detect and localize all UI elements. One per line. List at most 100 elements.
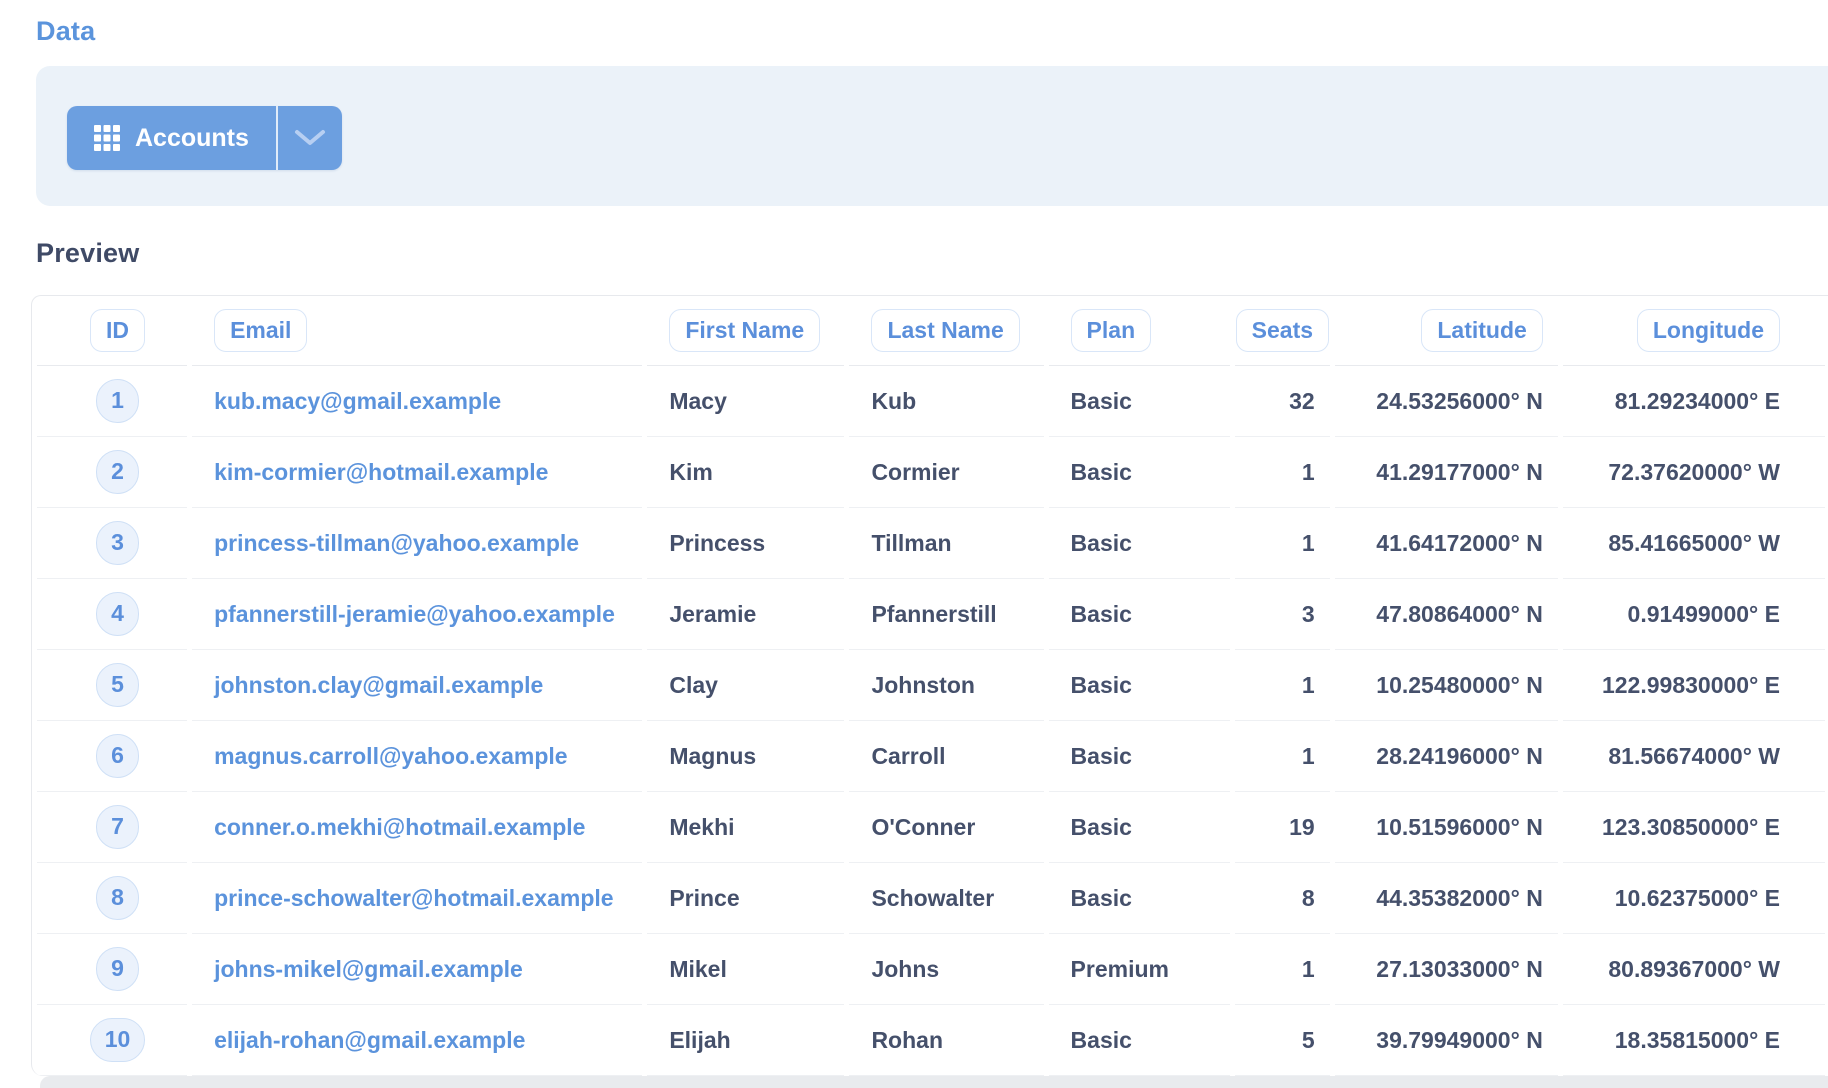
row-id-badge: 4 — [96, 592, 139, 636]
cell-longitude: 122.99830000° E — [1563, 650, 1825, 721]
cell-seats: 1 — [1235, 437, 1330, 508]
cell-id: 10 — [37, 1005, 187, 1076]
cell-email: conner.o.mekhi@hotmail.example — [192, 792, 642, 863]
cell-email: magnus.carroll@yahoo.example — [192, 721, 642, 792]
column-header-pill-plan[interactable]: Plan — [1071, 309, 1152, 352]
cell-last_name: O'Conner — [849, 792, 1043, 863]
email-text: prince-schowalter@hotmail.example — [214, 885, 614, 911]
cell-first_name: Princess — [647, 508, 844, 579]
cell-longitude: 80.89367000° W — [1563, 934, 1825, 1005]
dataset-panel: Accounts — [36, 66, 1828, 206]
cell-email: kim-cormier@hotmail.example — [192, 437, 642, 508]
email-text: johns-mikel@gmail.example — [214, 956, 523, 982]
cell-last_name: Rohan — [849, 1005, 1043, 1076]
column-header-pill-first_name[interactable]: First Name — [669, 309, 820, 352]
cell-latitude: 10.25480000° N — [1335, 650, 1558, 721]
cell-first_name: Jeramie — [647, 579, 844, 650]
horizontal-scrollbar[interactable] — [40, 1076, 1828, 1088]
row-id-badge: 2 — [96, 450, 139, 494]
cell-latitude: 28.24196000° N — [1335, 721, 1558, 792]
header-row: ID Email First Name Last Name Plan Seats Latit… — [37, 296, 1825, 366]
cell-longitude: 0.91499000° E — [1563, 579, 1825, 650]
email-text: kub.macy@gmail.example — [214, 388, 501, 414]
row-id-badge: 8 — [96, 876, 139, 920]
cell-last_name: Kub — [849, 366, 1043, 437]
dataset-caret-button[interactable] — [278, 106, 342, 170]
cell-id: 5 — [37, 650, 187, 721]
cell-longitude: 81.29234000° E — [1563, 366, 1825, 437]
cell-id: 7 — [37, 792, 187, 863]
cell-first_name: Magnus — [647, 721, 844, 792]
table-row: 5johnston.clay@gmail.exampleClayJohnston… — [37, 650, 1825, 721]
cell-email: kub.macy@gmail.example — [192, 366, 642, 437]
column-header-pill-latitude[interactable]: Latitude — [1421, 309, 1542, 352]
column-header-first_name: First Name — [647, 296, 844, 366]
preview-heading: Preview — [36, 238, 139, 269]
dataset-split-button: Accounts — [67, 106, 342, 170]
row-id-badge: 9 — [96, 947, 139, 991]
cell-seats: 1 — [1235, 721, 1330, 792]
cell-plan: Basic — [1049, 366, 1230, 437]
cell-latitude: 27.13033000° N — [1335, 934, 1558, 1005]
cell-first_name: Elijah — [647, 1005, 844, 1076]
cell-seats: 1 — [1235, 934, 1330, 1005]
email-text: johnston.clay@gmail.example — [214, 672, 543, 698]
accounts-button[interactable]: Accounts — [67, 106, 278, 170]
cell-latitude: 44.35382000° N — [1335, 863, 1558, 934]
cell-email: johnston.clay@gmail.example — [192, 650, 642, 721]
table-row: 4 pfannerstill-jeramie@yahoo.exampleJeram… — [37, 579, 1825, 650]
cell-email: johns-mikel@gmail.example — [192, 934, 642, 1005]
email-text: conner.o.mekhi@hotmail.example — [214, 814, 585, 840]
cell-email: pfannerstill-jeramie@yahoo.example — [192, 579, 642, 650]
column-header-longitude: Longitude — [1563, 296, 1825, 366]
table-row: 9johns-mikel@gmail.exampleMikelJohnsPrem… — [37, 934, 1825, 1005]
cell-email: princess-tillman@yahoo.example — [192, 508, 642, 579]
cell-longitude: 85.41665000° W — [1563, 508, 1825, 579]
cell-last_name: Schowalter — [849, 863, 1043, 934]
cell-plan: Basic — [1049, 508, 1230, 579]
cell-last_name: Johns — [849, 934, 1043, 1005]
cell-longitude: 10.62375000° E — [1563, 863, 1825, 934]
column-header-pill-email[interactable]: Email — [214, 309, 307, 352]
cell-longitude: 123.30850000° E — [1563, 792, 1825, 863]
row-id-badge: 1 — [96, 379, 139, 423]
cell-latitude: 24.53256000° N — [1335, 366, 1558, 437]
grid-icon — [94, 125, 120, 151]
table-row: 1kub.macy@gmail.exampleMacyKubBasic3224.… — [37, 366, 1825, 437]
cell-email: elijah-rohan@gmail.example — [192, 1005, 642, 1076]
cell-seats: 32 — [1235, 366, 1330, 437]
cell-longitude: 81.56674000° W — [1563, 721, 1825, 792]
cell-latitude: 41.64172000° N — [1335, 508, 1558, 579]
cell-plan: Basic — [1049, 1005, 1230, 1076]
column-header-latitude: Latitude — [1335, 296, 1558, 366]
cell-last_name: Tillman — [849, 508, 1043, 579]
row-id-badge: 10 — [90, 1018, 146, 1062]
table-row: 2kim-cormier@hotmail.exampleKimCormierBa… — [37, 437, 1825, 508]
cell-last_name: Carroll — [849, 721, 1043, 792]
cell-id: 6 — [37, 721, 187, 792]
cell-id: 9 — [37, 934, 187, 1005]
cell-seats: 1 — [1235, 650, 1330, 721]
cell-email: prince-schowalter@hotmail.example — [192, 863, 642, 934]
table-row: 10 elijah-rohan@gmail.exampleElijahRohanB… — [37, 1005, 1825, 1076]
column-header-pill-last_name[interactable]: Last Name — [871, 309, 1019, 352]
cell-plan: Basic — [1049, 863, 1230, 934]
column-header-pill-longitude[interactable]: Longitude — [1637, 309, 1780, 352]
row-id-badge: 6 — [96, 734, 139, 778]
email-text: magnus.carroll@yahoo.example — [214, 743, 568, 769]
cell-first_name: Mikel — [647, 934, 844, 1005]
email-text: kim-cormier@hotmail.example — [214, 459, 548, 485]
cell-latitude: 47.80864000° N — [1335, 579, 1558, 650]
cell-first_name: Kim — [647, 437, 844, 508]
table-row: 3princess-tillman@yahoo.examplePrincessT… — [37, 508, 1825, 579]
cell-seats: 8 — [1235, 863, 1330, 934]
cell-seats: 19 — [1235, 792, 1330, 863]
column-header-pill-id[interactable]: ID — [90, 309, 145, 352]
cell-id: 4 — [37, 579, 187, 650]
cell-plan: Basic — [1049, 721, 1230, 792]
cell-id: 3 — [37, 508, 187, 579]
cell-last_name: Johnston — [849, 650, 1043, 721]
cell-plan: Basic — [1049, 579, 1230, 650]
column-header-pill-seats[interactable]: Seats — [1236, 309, 1329, 352]
cell-seats: 5 — [1235, 1005, 1330, 1076]
